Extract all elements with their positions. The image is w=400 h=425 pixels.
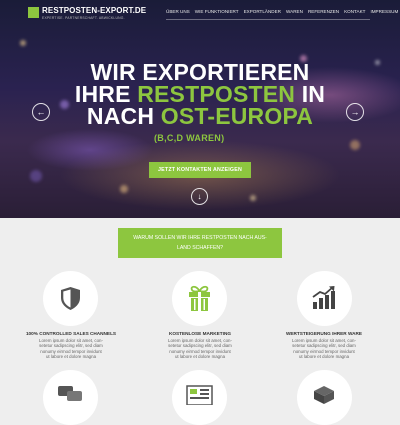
headline-text: NACH bbox=[86, 103, 161, 129]
why-banner: WARUM SOLLEN WIR IHRE RESTPOSTEN NACH AU… bbox=[118, 228, 282, 258]
logo-mark-icon bbox=[28, 7, 39, 18]
feature-text-line: ut labore et dolore magna bbox=[174, 354, 226, 360]
headline-line-2: IHRE RESTPOSTEN IN bbox=[0, 83, 400, 106]
arrow-right-icon: → bbox=[350, 107, 360, 117]
site-logo[interactable]: RESTPOSTEN-EXPORT.DE EXPERTISE. PARTNERS… bbox=[28, 6, 146, 21]
headline-line-1: WIR EXPORTIEREN bbox=[90, 59, 310, 85]
arrow-down-icon: ↓ bbox=[197, 192, 202, 201]
feature-icon-circle bbox=[172, 370, 227, 425]
banner-line-2: LAND SCHAFFEN? bbox=[176, 245, 224, 251]
feature-icon-circle bbox=[43, 271, 98, 326]
nav-item-waren[interactable]: WAREN bbox=[286, 9, 303, 14]
banner-line-1: WARUM SOLLEN WIR IHRE RESTPOSTEN NACH AU… bbox=[133, 235, 267, 241]
nav-item-referenzen[interactable]: REFERENZEN bbox=[308, 9, 339, 14]
chat-bubbles-icon bbox=[58, 386, 82, 401]
hero-subline: (B,C,D WAREN) bbox=[154, 133, 225, 143]
feature-icon-circle bbox=[172, 271, 227, 326]
feature-title: 100% CONTROLLED SALES CHANNELS bbox=[25, 331, 117, 336]
arrow-left-icon: ← bbox=[36, 107, 46, 117]
feature-title: WERTSTEIGERUNG IHRER WARE bbox=[285, 331, 363, 336]
nav-item-wie-funktioniert[interactable]: WIE FUNKTIONIERT bbox=[195, 9, 239, 14]
sale-document-icon bbox=[186, 385, 213, 405]
feature-text: Lorem ipsum dolor sit amet, con- setetur… bbox=[31, 338, 111, 360]
feature-text: Lorem ipsum dolor sit amet, con- setetur… bbox=[284, 338, 364, 360]
feature-icon-circle bbox=[297, 271, 352, 326]
feature-title: KOSTENLOSE MARKETING bbox=[169, 331, 231, 336]
scroll-down-button[interactable]: ↓ bbox=[191, 188, 208, 205]
nav-item-ueber-uns[interactable]: ÜBER UNS bbox=[166, 9, 190, 14]
bokeh-light bbox=[120, 185, 128, 193]
bar-chart-icon bbox=[312, 286, 335, 309]
contact-cta-button[interactable]: JETZT KONTAKTEN ANZEIGEN bbox=[149, 162, 251, 178]
slider-prev-button[interactable]: ← bbox=[32, 103, 50, 121]
feature-icon-circle bbox=[43, 370, 98, 425]
nav-divider bbox=[166, 19, 370, 20]
feature-text-line: ut labore et dolore magna bbox=[45, 354, 97, 360]
logo-title: RESTPOSTEN-EXPORT.DE bbox=[42, 6, 147, 15]
nav-item-exportlaender[interactable]: EXPORTLÄNDER bbox=[244, 9, 281, 14]
feature-text: Lorem ipsum dolor sit amet, con- setetur… bbox=[160, 338, 240, 360]
headline-line-3: NACH OST-EUROPA bbox=[0, 103, 400, 129]
feature-text-line: ut labore et dolore magna bbox=[298, 354, 350, 360]
slider-next-button[interactable]: → bbox=[346, 103, 364, 121]
hero-section: RESTPOSTEN-EXPORT.DE EXPERTISE. PARTNERS… bbox=[0, 0, 400, 218]
logo-subtitle: EXPERTISE. PARTNERSCHAFT. ABWICKLUNG. bbox=[42, 16, 125, 20]
bokeh-light bbox=[350, 140, 360, 150]
feature-icon-circle bbox=[297, 370, 352, 425]
bokeh-light bbox=[20, 40, 26, 46]
nav-item-kontakt[interactable]: KONTAKT bbox=[344, 9, 365, 14]
hero-headline: WIR EXPORTIEREN IHRE RESTPOSTEN IN NACH … bbox=[0, 59, 400, 129]
nav-item-impressum[interactable]: IMPRESSUM bbox=[370, 9, 398, 14]
boxes-icon bbox=[314, 386, 334, 404]
main-nav: ÜBER UNS WIE FUNKTIONIERT EXPORTLÄNDER W… bbox=[166, 9, 398, 14]
bokeh-light bbox=[250, 195, 256, 201]
shield-icon bbox=[61, 287, 80, 310]
bokeh-light bbox=[30, 170, 42, 182]
gift-icon bbox=[189, 285, 210, 311]
headline-highlight: OST-EUROPA bbox=[160, 103, 314, 129]
